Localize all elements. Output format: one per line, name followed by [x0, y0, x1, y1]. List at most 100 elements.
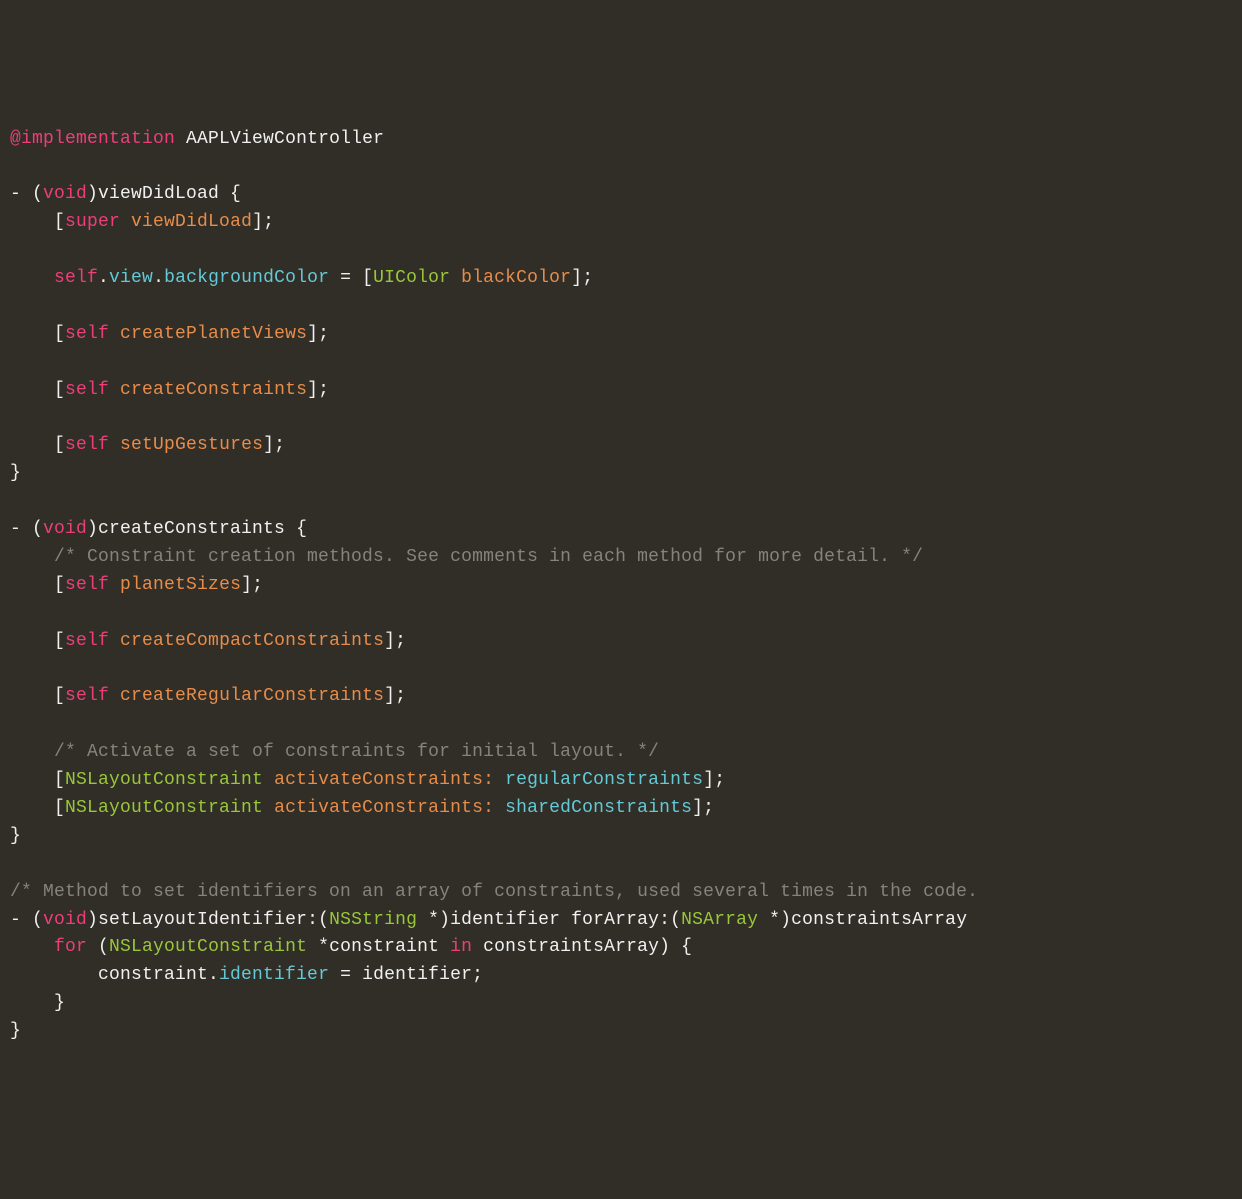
method-call-token: blackColor: [461, 268, 571, 288]
punct-token: = [: [329, 268, 373, 288]
punct-token: ];: [263, 435, 285, 455]
method-sig-token: )viewDidLoad {: [87, 184, 241, 204]
method-sig-token: )setLayoutIdentifier:(: [87, 910, 329, 930]
method-call-token: setUpGestures: [120, 435, 263, 455]
punct-token: ];: [307, 380, 329, 400]
brace-token: }: [10, 1021, 21, 1041]
space: [263, 798, 274, 818]
code-line: [self setUpGestures];: [10, 435, 285, 455]
code-line: @implementation AAPLViewController: [10, 129, 384, 149]
space: [109, 575, 120, 595]
space: [109, 435, 120, 455]
space: [109, 324, 120, 344]
indent-bracket: [: [10, 631, 65, 651]
comment-token: /* Method to set identifiers on an array…: [10, 882, 978, 902]
space: [494, 770, 505, 790]
code-line: [self createPlanetViews];: [10, 324, 329, 344]
keyword-token: self: [65, 380, 109, 400]
punct-token: ];: [384, 631, 406, 651]
code-editor[interactable]: @implementation AAPLViewController - (vo…: [10, 126, 1232, 1046]
keyword-token: super: [65, 212, 120, 232]
punct-token: - (: [10, 184, 43, 204]
text-token: = identifier;: [329, 965, 483, 985]
indent-bracket: [: [10, 380, 65, 400]
code-line: [self createRegularConstraints];: [10, 686, 406, 706]
method-call-token: createConstraints: [120, 380, 307, 400]
space: [175, 129, 186, 149]
class-token: NSLayoutConstraint: [65, 770, 263, 790]
punct-token: *)identifier forArray:(: [417, 910, 681, 930]
space: [263, 770, 274, 790]
keyword-token: in: [450, 937, 472, 957]
param-token: sharedConstraints: [505, 798, 692, 818]
punct-token: - (: [10, 910, 43, 930]
punct-token: ];: [241, 575, 263, 595]
punct-token: ];: [252, 212, 274, 232]
dot-token: .: [98, 268, 109, 288]
type-token: void: [43, 184, 87, 204]
type-token: void: [43, 519, 87, 539]
space: [109, 631, 120, 651]
punct-token: ];: [703, 770, 725, 790]
method-call-token: createRegularConstraints: [120, 686, 384, 706]
punct-token: ];: [384, 686, 406, 706]
code-line: }: [10, 463, 21, 483]
comment-token: /* Constraint creation methods. See comm…: [10, 547, 923, 567]
space: [109, 380, 120, 400]
keyword-token: self: [54, 268, 98, 288]
punct-token: *)constraintsArray: [758, 910, 967, 930]
keyword-token: self: [65, 435, 109, 455]
property-token: backgroundColor: [164, 268, 329, 288]
indent-bracket: [: [10, 435, 65, 455]
code-line: - (void)viewDidLoad {: [10, 184, 241, 204]
keyword-token: self: [65, 324, 109, 344]
keyword-token: self: [65, 686, 109, 706]
method-call-token: activateConstraints:: [274, 770, 494, 790]
type-token: void: [43, 910, 87, 930]
code-line: [NSLayoutConstraint activateConstraints:…: [10, 770, 725, 790]
code-line: constraint.identifier = identifier;: [10, 965, 483, 985]
code-line: - (void)setLayoutIdentifier:(NSString *)…: [10, 910, 967, 930]
dot-token: .: [153, 268, 164, 288]
indent-bracket: [: [10, 324, 65, 344]
space: [120, 212, 131, 232]
class-token: NSArray: [681, 910, 758, 930]
property-token: identifier: [219, 965, 329, 985]
indent-bracket: [: [10, 798, 65, 818]
class-token: UIColor: [373, 268, 450, 288]
punct-token: - (: [10, 519, 43, 539]
code-line: [self createCompactConstraints];: [10, 631, 406, 651]
indent-bracket: [: [10, 686, 65, 706]
space: [494, 798, 505, 818]
text-token: constraintsArray) {: [472, 937, 692, 957]
indent-bracket: [: [10, 575, 65, 595]
code-line: [super viewDidLoad];: [10, 212, 274, 232]
code-line: [self createConstraints];: [10, 380, 329, 400]
param-token: regularConstraints: [505, 770, 703, 790]
code-line: for (NSLayoutConstraint *constraint in c…: [10, 937, 692, 957]
method-call-token: viewDidLoad: [131, 212, 252, 232]
text-token: *constraint: [307, 937, 450, 957]
text-token: constraint.: [10, 965, 219, 985]
brace-token: }: [10, 826, 21, 846]
indent-bracket: [: [10, 212, 65, 232]
keyword-token: self: [65, 631, 109, 651]
code-line: - (void)createConstraints {: [10, 519, 307, 539]
indent-bracket: [: [10, 770, 65, 790]
class-name-token: AAPLViewController: [186, 129, 384, 149]
space: [450, 268, 461, 288]
punct-token: ];: [571, 268, 593, 288]
code-line: }: [10, 993, 65, 1013]
keyword-token: for: [54, 937, 87, 957]
code-line: self.view.backgroundColor = [UIColor bla…: [10, 268, 593, 288]
property-token: view: [109, 268, 153, 288]
indent: [10, 268, 54, 288]
directive-token: @implementation: [10, 129, 175, 149]
method-sig-token: )createConstraints {: [87, 519, 307, 539]
class-token: NSLayoutConstraint: [109, 937, 307, 957]
brace-token: }: [10, 993, 65, 1013]
code-line: [self planetSizes];: [10, 575, 263, 595]
class-token: NSString: [329, 910, 417, 930]
punct-token: ];: [307, 324, 329, 344]
punct-token: ];: [692, 798, 714, 818]
